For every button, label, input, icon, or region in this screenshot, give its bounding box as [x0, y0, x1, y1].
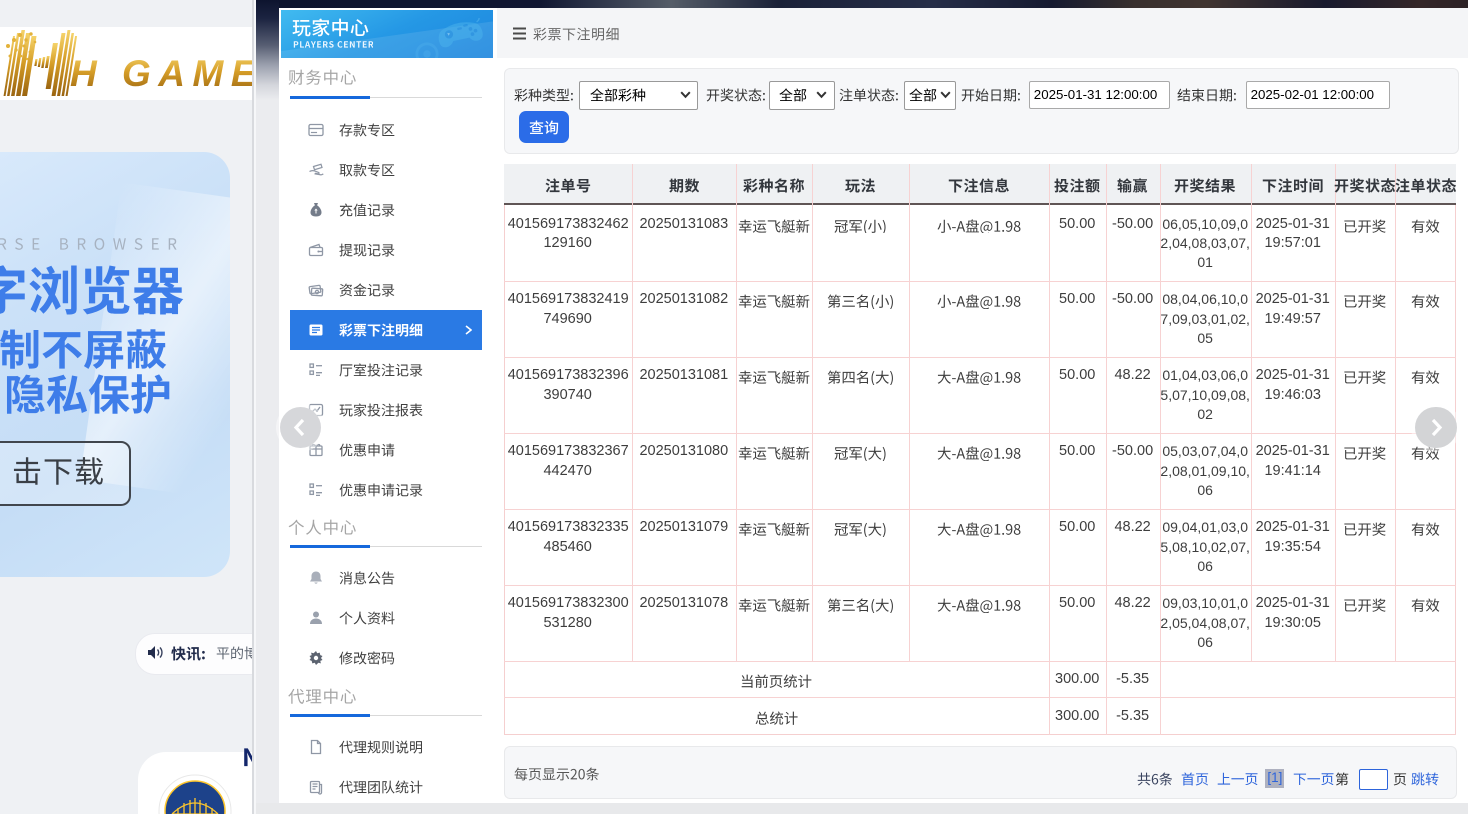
svg-text:H GAME: H GAME [70, 53, 256, 94]
